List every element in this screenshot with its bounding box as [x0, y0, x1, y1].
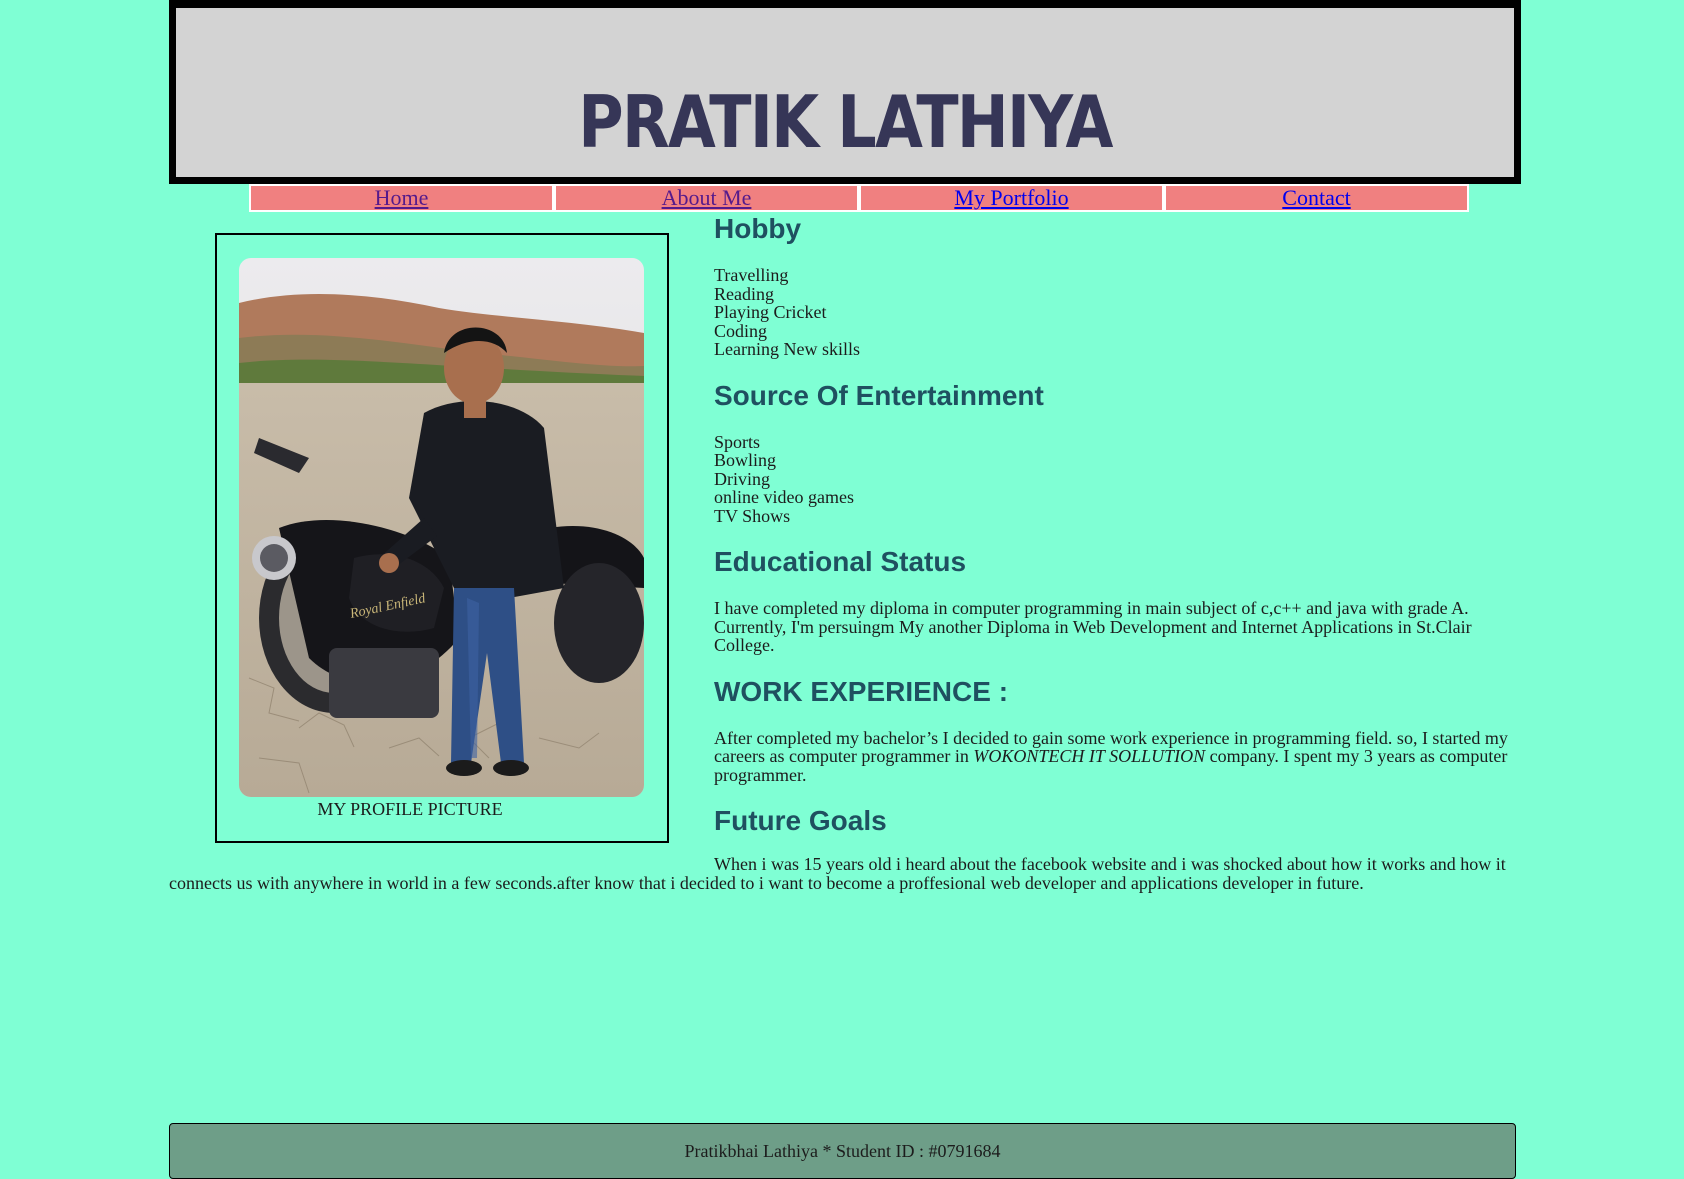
future-goals-heading: Future Goals [714, 805, 887, 836]
work-experience-heading: WORK EXPERIENCE : [714, 675, 1009, 707]
work-experience-text: After completed my bachelor’s I decided … [714, 728, 1514, 785]
list-item: Bowling [714, 450, 777, 470]
nav-about-me-link[interactable]: About Me [556, 186, 857, 210]
nav-contact-link[interactable]: Contact [1166, 186, 1467, 210]
nav-my-portfolio-link[interactable]: My Portfolio [861, 186, 1162, 210]
future-goals-section: Future Goals [714, 800, 1514, 842]
profile-picture-caption: MY PROFILE PICTURE [317, 799, 503, 819]
nav-home-link[interactable]: Home [251, 186, 552, 210]
company-name: WOKONTECH IT SOLLUTION [973, 746, 1206, 766]
education-heading: Educational Status [714, 546, 967, 577]
site-footer: Pratikbhai Lathiya * Student ID : #07916… [169, 1123, 1516, 1179]
profile-picture-frame: Royal Enfield MY PROFILE PICTURE [215, 233, 669, 843]
list-item: online video games [714, 487, 854, 507]
hobby-heading: Hobby [714, 213, 802, 244]
future-goals-text: When i was 15 years old i heard about th… [169, 854, 1506, 893]
main-content: Hobby Travelling Reading Playing Cricket… [714, 208, 1514, 842]
education-text: I have completed my diploma in computer … [714, 598, 1472, 655]
list-item: Travelling [714, 265, 789, 285]
list-item: TV Shows [714, 505, 791, 526]
education-section: Educational Status I have completed my d… [714, 541, 1514, 655]
list-item: Coding [714, 320, 768, 341]
list-item: Driving [714, 468, 770, 489]
site-header: PRATIK LATHIYA [169, 0, 1521, 184]
entertainment-section: Source Of Entertainment Sports Bowling D… [714, 375, 1514, 526]
hobby-section: Hobby Travelling Reading Playing Cricket… [714, 208, 1514, 359]
entertainment-list: Sports Bowling Driving online video game… [714, 431, 1514, 526]
list-item: Playing Cricket [714, 302, 827, 322]
list-item: Sports [714, 431, 761, 452]
list-item: Reading [714, 283, 774, 304]
work-experience-section: WORK EXPERIENCE : After completed my bac… [714, 671, 1514, 785]
list-item: Learning New skills [714, 339, 860, 359]
entertainment-heading: Source Of Entertainment [714, 379, 1044, 411]
site-title: PRATIK LATHIYA [578, 80, 1113, 164]
hobby-list: Travelling Reading Playing Cricket Codin… [714, 266, 1514, 359]
profile-picture: Royal Enfield [239, 258, 644, 797]
